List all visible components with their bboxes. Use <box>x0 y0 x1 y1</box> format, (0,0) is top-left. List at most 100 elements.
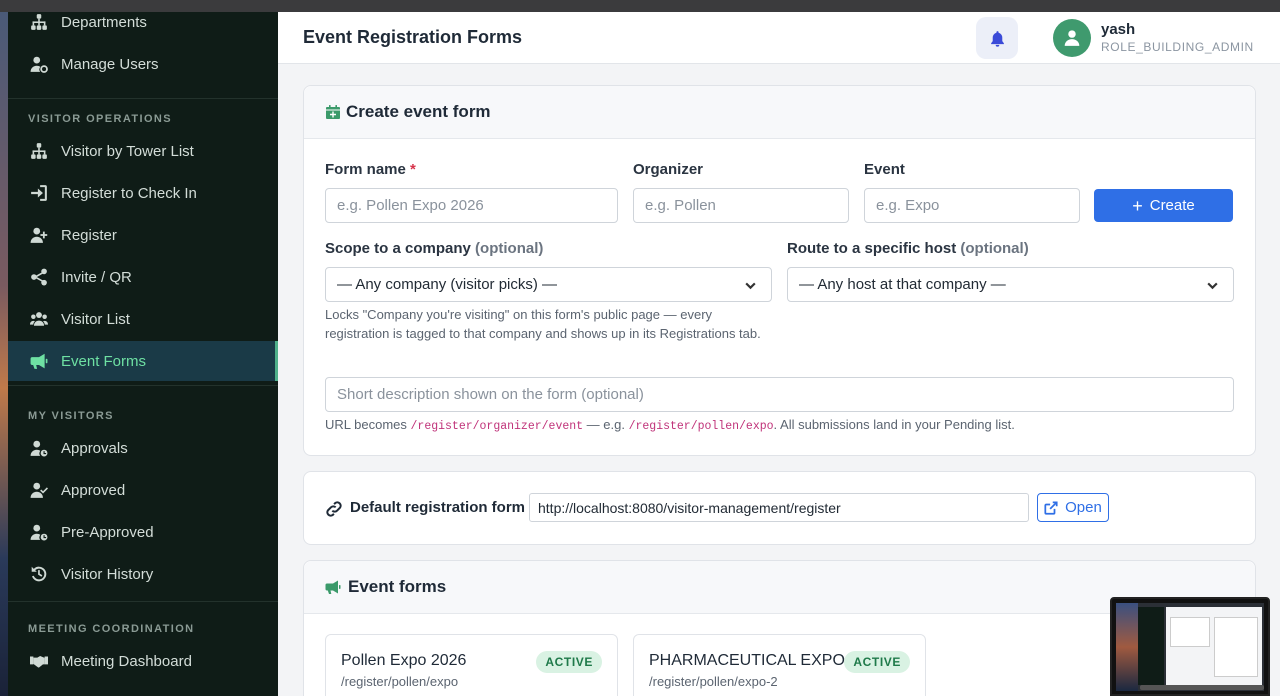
event-form-path: /register/pollen/expo-2 <box>649 674 778 689</box>
user-icon <box>1063 29 1081 47</box>
card-header: Create event form <box>304 86 1255 139</box>
form-name-label: Form name * <box>325 161 416 178</box>
sidebar-item-invite-qr[interactable]: Invite / QR <box>8 257 278 297</box>
sidebar-item-visitor-list[interactable]: Visitor List <box>8 299 278 339</box>
sidebar-item-label: Manage Users <box>61 55 159 73</box>
user-gear-icon <box>30 55 48 73</box>
sidebar-item-visitor-history[interactable]: Visitor History <box>8 554 278 594</box>
sidebar-item-label: Invite / QR <box>61 268 132 286</box>
sidebar-divider <box>8 601 278 602</box>
user-clock-icon <box>30 523 48 541</box>
sidebar-divider <box>8 98 278 99</box>
open-button[interactable]: Open <box>1037 493 1109 522</box>
desktop-wallpaper-strip <box>0 12 8 696</box>
sidebar-item-register-check-in[interactable]: Register to Check In <box>8 173 278 213</box>
company-select[interactable]: — Any company (visitor picks) — <box>325 267 772 302</box>
sidebar-item-label: Approved <box>61 481 126 499</box>
host-label-text: Route to a specific host <box>787 240 957 257</box>
sidebar: Departments Manage Users VISITOR OPERATI… <box>8 12 278 696</box>
host-select-value: — Any host at that company — <box>799 276 1006 293</box>
user-clock-icon <box>30 439 48 457</box>
thumbnail-dock <box>1140 685 1264 690</box>
page-title: Event Registration Forms <box>303 27 523 47</box>
company-label-text: Scope to a company <box>325 240 471 257</box>
plus-icon: + <box>1132 195 1143 216</box>
sidebar-item-pre-approved[interactable]: Pre-Approved <box>8 512 278 552</box>
sidebar-section-title: MY VISITORS <box>28 410 114 422</box>
link-icon <box>325 500 343 518</box>
os-top-bar <box>0 0 1280 12</box>
url-help-prefix: URL becomes <box>325 417 407 432</box>
sidebar-item-label: Visitor List <box>61 310 130 328</box>
thumbnail-sidebar <box>1138 607 1164 685</box>
calendar-plus-icon <box>325 104 341 120</box>
organizer-label: Organizer <box>633 161 704 178</box>
sidebar-item-label: Pre-Approved <box>61 523 154 541</box>
company-label: Scope to a company (optional) <box>325 240 543 257</box>
sidebar-item-label: Register <box>61 226 117 244</box>
sidebar-item-visitor-by-tower[interactable]: Visitor by Tower List <box>8 131 278 171</box>
sidebar-section-title: VISITOR OPERATIONS <box>28 113 172 125</box>
host-select[interactable]: — Any host at that company — <box>787 267 1234 302</box>
organizer-input[interactable]: e.g. Pollen <box>633 188 849 223</box>
default-form-title: Default registration form <box>350 499 526 516</box>
form-name-label-text: Form name <box>325 161 406 178</box>
thumbnail-card <box>1170 617 1210 647</box>
event-label: Event <box>864 161 905 178</box>
sidebar-section-title: MEETING COORDINATION <box>28 623 195 635</box>
event-input[interactable]: e.g. Expo <box>864 188 1080 223</box>
user-name[interactable]: yash <box>1101 21 1135 38</box>
sidebar-item-label: Visitor History <box>61 565 154 583</box>
create-button[interactable]: + Create <box>1094 189 1233 222</box>
sidebar-item-approvals[interactable]: Approvals <box>8 428 278 468</box>
thumbnail-screen <box>1116 603 1264 691</box>
sign-in-icon <box>30 184 48 202</box>
sidebar-item-approved[interactable]: Approved <box>8 470 278 510</box>
handshake-icon <box>30 652 48 670</box>
sidebar-item-event-forms[interactable]: Event Forms <box>8 341 278 381</box>
sidebar-item-departments[interactable]: Departments <box>8 12 278 42</box>
sidebar-divider <box>8 385 278 386</box>
page-header: Event Registration Forms yash ROLE_BUILD… <box>278 12 1280 64</box>
card-title: Event forms <box>348 577 447 596</box>
sidebar-item-label: Visitor by Tower List <box>61 142 194 160</box>
megaphone-icon <box>30 352 48 370</box>
url-pattern-code: /register/organizer/event <box>410 420 584 433</box>
event-form-name: PHARMACEUTICAL EXPO <box>649 652 845 669</box>
sidebar-item-meeting-dashboard[interactable]: Meeting Dashboard <box>8 641 278 681</box>
main-content: Event Registration Forms yash ROLE_BUILD… <box>278 12 1280 696</box>
user-plus-icon <box>30 226 48 244</box>
screen-preview-thumbnail[interactable] <box>1110 597 1270 696</box>
megaphone-icon <box>325 579 341 595</box>
event-form-tile[interactable]: PHARMACEUTICAL EXPO /register/pollen/exp… <box>633 634 926 696</box>
sidebar-item-label: Meeting Dashboard <box>61 652 192 670</box>
event-form-tile[interactable]: Pollen Expo 2026 /register/pollen/expo A… <box>325 634 618 696</box>
org-chart-icon <box>30 142 48 160</box>
description-input[interactable]: Short description shown on the form (opt… <box>325 377 1234 412</box>
event-form-path: /register/pollen/expo <box>341 674 459 689</box>
create-button-label: Create <box>1149 197 1195 214</box>
chevron-down-icon <box>744 279 757 292</box>
default-form-url-field[interactable]: http://localhost:8080/visitor-management… <box>529 493 1029 522</box>
card-title: Create event form <box>346 102 491 121</box>
form-name-input[interactable]: e.g. Pollen Expo 2026 <box>325 188 618 223</box>
history-icon <box>30 565 48 583</box>
users-icon <box>30 310 48 328</box>
share-icon <box>30 268 48 286</box>
required-mark: * <box>410 161 416 178</box>
company-help-text: Locks "Company you're visiting" on this … <box>325 307 761 341</box>
company-select-value: — Any company (visitor picks) — <box>337 276 558 293</box>
optional-tag: (optional) <box>475 240 544 257</box>
avatar[interactable] <box>1053 19 1091 57</box>
sidebar-item-label: Approvals <box>61 439 128 457</box>
user-role: ROLE_BUILDING_ADMIN <box>1101 40 1254 54</box>
optional-tag: (optional) <box>960 240 1029 257</box>
thumbnail-panel <box>1214 617 1258 677</box>
thumbnail-wallpaper <box>1116 603 1138 691</box>
sidebar-item-label: Event Forms <box>61 352 147 370</box>
external-link-icon <box>1044 500 1065 515</box>
sidebar-item-label: Register to Check In <box>61 184 197 202</box>
notifications-button[interactable] <box>976 17 1018 59</box>
sidebar-item-manage-users[interactable]: Manage Users <box>8 44 278 84</box>
sidebar-item-register[interactable]: Register <box>8 215 278 255</box>
